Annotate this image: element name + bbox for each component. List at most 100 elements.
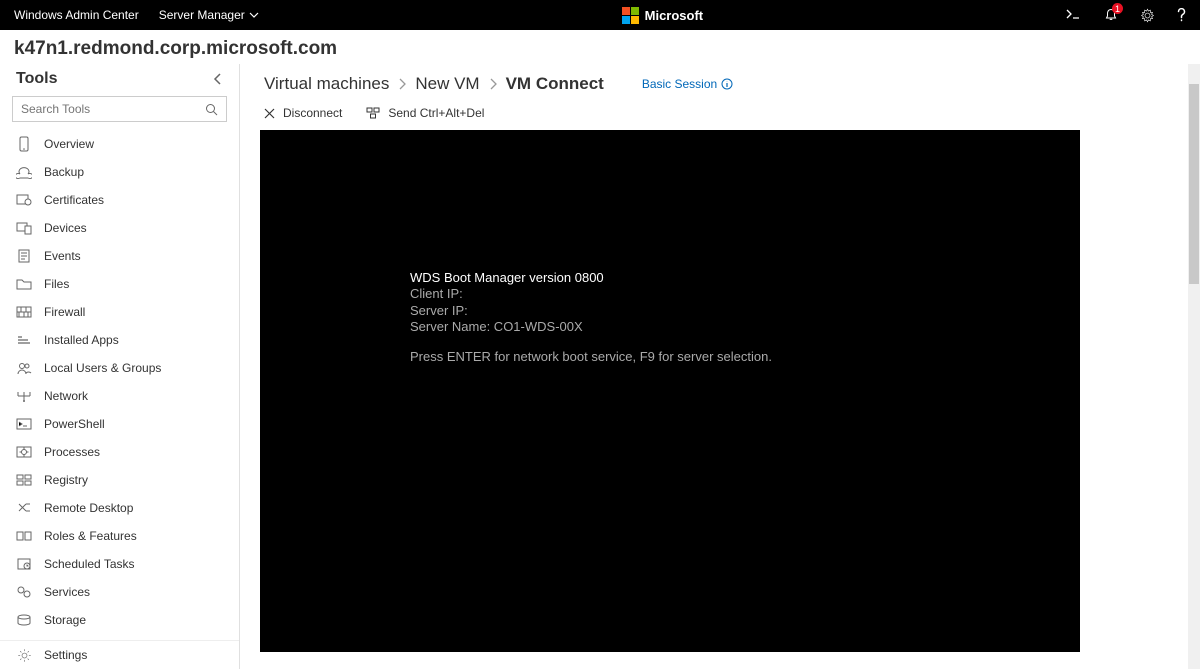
users-icon: [16, 360, 32, 376]
topbar: Windows Admin Center Server Manager Micr…: [0, 0, 1200, 30]
sidebar-item-label: Certificates: [44, 193, 104, 207]
tools-title: Tools: [16, 70, 57, 88]
close-icon: [264, 108, 275, 119]
console-button[interactable]: [1066, 9, 1082, 21]
sidebar-item-registry[interactable]: Registry: [0, 466, 239, 494]
gear-icon: [1140, 8, 1155, 23]
disconnect-button[interactable]: Disconnect: [264, 106, 342, 120]
sidebar-item-certificates[interactable]: Certificates: [0, 186, 239, 214]
chevron-right-icon: [488, 78, 498, 90]
chevron-right-icon: [397, 78, 407, 90]
topbar-left: Windows Admin Center Server Manager: [10, 8, 259, 22]
sidebar: Tools Overview Backup Certificates Devic…: [0, 64, 240, 669]
collapse-sidebar-button[interactable]: [213, 73, 223, 85]
console-line: Server Name: CO1-WDS-00X: [410, 319, 1080, 335]
console-line: WDS Boot Manager version 0800: [410, 270, 1080, 286]
sidebar-item-files[interactable]: Files: [0, 270, 239, 298]
sidebar-item-scheduled-tasks[interactable]: Scheduled Tasks: [0, 550, 239, 578]
powershell-icon: [16, 416, 32, 432]
search-box[interactable]: [12, 96, 227, 122]
sidebar-item-roles-features[interactable]: Roles & Features: [0, 522, 239, 550]
app-title[interactable]: Windows Admin Center: [14, 8, 139, 22]
sidebar-item-label: Storage: [44, 613, 86, 627]
console-icon: [1066, 9, 1082, 21]
sidebar-item-label: Services: [44, 585, 90, 599]
storage-icon: [16, 612, 32, 628]
gear-icon: [16, 647, 32, 663]
sidebar-item-label: Events: [44, 249, 81, 263]
sidebar-item-label: Registry: [44, 473, 88, 487]
processes-icon: [16, 444, 32, 460]
help-button[interactable]: [1177, 8, 1186, 22]
files-icon: [16, 276, 32, 292]
breadcrumb-vm-connect: VM Connect: [506, 74, 604, 94]
sidebar-item-local-users[interactable]: Local Users & Groups: [0, 354, 239, 382]
sidebar-item-services[interactable]: Services: [0, 578, 239, 606]
tools-header: Tools: [0, 64, 239, 96]
keys-icon: [366, 107, 380, 119]
settings-button[interactable]: [1140, 8, 1155, 23]
chevron-left-icon: [213, 73, 223, 85]
brand-label: Microsoft: [645, 8, 704, 23]
sidebar-item-label: Overview: [44, 137, 94, 151]
roles-icon: [16, 528, 32, 544]
backup-icon: [16, 164, 32, 180]
console-line: Server IP:: [410, 303, 1080, 319]
tools-list: Overview Backup Certificates Devices Eve…: [0, 130, 239, 640]
sidebar-item-label: Scheduled Tasks: [44, 557, 135, 571]
scrollbar-thumb[interactable]: [1189, 84, 1199, 284]
notification-badge: 1: [1112, 3, 1123, 14]
console-line: Press ENTER for network boot service, F9…: [410, 349, 1080, 365]
sidebar-item-devices[interactable]: Devices: [0, 214, 239, 242]
sidebar-item-network[interactable]: Network: [0, 382, 239, 410]
microsoft-logo-icon: [622, 7, 639, 24]
basic-session-link[interactable]: Basic Session: [642, 77, 733, 91]
tasks-icon: [16, 556, 32, 572]
services-icon: [16, 584, 32, 600]
session-label: Basic Session: [642, 77, 717, 91]
sidebar-item-powershell[interactable]: PowerShell: [0, 410, 239, 438]
notifications-button[interactable]: 1: [1104, 8, 1118, 22]
settings-label: Settings: [44, 648, 87, 662]
network-icon: [16, 388, 32, 404]
sidebar-item-label: Roles & Features: [44, 529, 137, 543]
breadcrumb-new-vm[interactable]: New VM: [415, 74, 479, 94]
menu-label: Server Manager: [159, 8, 245, 22]
info-icon: [721, 78, 733, 90]
sidebar-item-remote-desktop[interactable]: Remote Desktop: [0, 494, 239, 522]
certificates-icon: [16, 192, 32, 208]
chevron-down-icon: [249, 10, 259, 20]
sidebar-item-label: Firewall: [44, 305, 85, 319]
sidebar-item-events[interactable]: Events: [0, 242, 239, 270]
sidebar-item-label: Files: [44, 277, 69, 291]
sidebar-settings[interactable]: Settings: [0, 640, 239, 669]
content-scrollbar[interactable]: [1188, 64, 1200, 669]
registry-icon: [16, 472, 32, 488]
ctrlaltdel-label: Send Ctrl+Alt+Del: [388, 106, 484, 120]
search-input[interactable]: [21, 102, 205, 116]
sidebar-item-installed-apps[interactable]: Installed Apps: [0, 326, 239, 354]
sidebar-item-storage[interactable]: Storage: [0, 606, 239, 634]
firewall-icon: [16, 304, 32, 320]
content: Virtual machines New VM VM Connect Basic…: [240, 64, 1200, 669]
remote-desktop-icon: [16, 500, 32, 516]
breadcrumb-virtual-machines[interactable]: Virtual machines: [264, 74, 389, 94]
sidebar-item-overview[interactable]: Overview: [0, 130, 239, 158]
sidebar-item-backup[interactable]: Backup: [0, 158, 239, 186]
topbar-center: Microsoft: [259, 7, 1066, 24]
sidebar-item-firewall[interactable]: Firewall: [0, 298, 239, 326]
vm-console[interactable]: WDS Boot Manager version 0800 Client IP:…: [260, 130, 1080, 652]
sidebar-item-label: Remote Desktop: [44, 501, 133, 515]
console-line: Client IP:: [410, 286, 1080, 302]
disconnect-label: Disconnect: [283, 106, 342, 120]
sidebar-item-label: PowerShell: [44, 417, 105, 431]
server-manager-menu[interactable]: Server Manager: [159, 8, 259, 22]
breadcrumb: Virtual machines New VM VM Connect Basic…: [240, 64, 1200, 100]
devices-icon: [16, 220, 32, 236]
events-icon: [16, 248, 32, 264]
sidebar-item-processes[interactable]: Processes: [0, 438, 239, 466]
search-icon: [205, 103, 218, 116]
sidebar-item-label: Network: [44, 389, 88, 403]
send-ctrlaltdel-button[interactable]: Send Ctrl+Alt+Del: [366, 106, 484, 120]
sidebar-item-label: Local Users & Groups: [44, 361, 161, 375]
